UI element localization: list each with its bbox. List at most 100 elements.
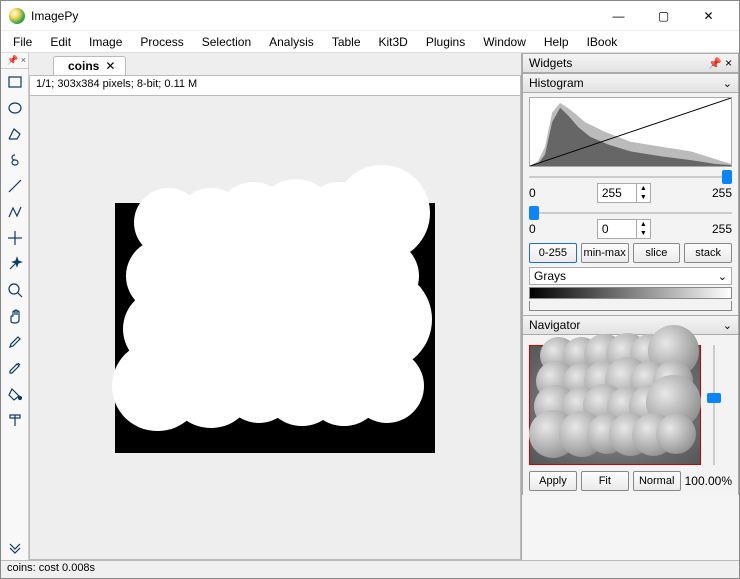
tab-coins[interactable]: coins ✕ xyxy=(53,56,126,75)
app-icon xyxy=(9,8,25,24)
widgets-close-icon[interactable]: × xyxy=(725,56,732,70)
main-area: coins ✕ 1/1; 303x384 pixels; 8-bit; 0.11… xyxy=(29,53,521,560)
btn-0-255[interactable]: 0-255 xyxy=(529,243,577,263)
crosshair-icon xyxy=(7,230,23,246)
wand-icon xyxy=(7,256,23,272)
tool-picker[interactable] xyxy=(3,356,27,380)
colormap-ticks xyxy=(529,301,732,311)
chevron-down-icon: ⌄ xyxy=(723,319,732,332)
widgets-panel: Widgets 📌 × Histogram ⌄ 0 255▲▼ xyxy=(521,53,739,560)
widgets-header: Widgets 📌 × xyxy=(522,53,739,73)
freehand-icon xyxy=(7,152,23,168)
tool-freehand[interactable] xyxy=(3,148,27,172)
navigator-zoom-slider[interactable] xyxy=(707,345,721,465)
spin-down-icon[interactable]: ▼ xyxy=(637,229,650,238)
tool-text[interactable] xyxy=(3,408,27,432)
magnifier-icon xyxy=(7,282,23,298)
menu-help[interactable]: Help xyxy=(536,33,577,51)
oval-icon xyxy=(7,100,23,116)
chevron-down-icon: ⌄ xyxy=(723,77,732,90)
histogram-header[interactable]: Histogram ⌄ xyxy=(522,73,739,93)
maximize-icon: ▢ xyxy=(658,9,669,23)
menu-analysis[interactable]: Analysis xyxy=(261,33,322,51)
tool-wand[interactable] xyxy=(3,252,27,276)
tab-row: coins ✕ xyxy=(29,53,521,75)
polygon-icon xyxy=(7,126,23,142)
navigator-panel: Apply Fit Normal 100.00% xyxy=(522,335,739,495)
tool-zoom[interactable] xyxy=(3,278,27,302)
spin-up-icon[interactable]: ▲ xyxy=(637,184,650,193)
tool-segmented-line[interactable] xyxy=(3,200,27,224)
menu-selection[interactable]: Selection xyxy=(194,33,259,51)
minimize-icon: — xyxy=(613,9,625,23)
histogram-title: Histogram xyxy=(529,76,584,90)
upper-value-input[interactable]: 255▲▼ xyxy=(597,183,651,203)
minimize-button[interactable]: — xyxy=(596,1,641,31)
spin-down-icon[interactable]: ▼ xyxy=(637,193,650,202)
menu-process[interactable]: Process xyxy=(132,33,191,51)
tab-label: coins xyxy=(68,59,99,73)
tool-fill[interactable] xyxy=(3,382,27,406)
image-canvas[interactable] xyxy=(115,203,435,453)
tab-close-icon[interactable]: ✕ xyxy=(105,59,115,73)
menu-file[interactable]: File xyxy=(5,33,40,51)
pin-icon[interactable]: 📌 xyxy=(708,57,722,70)
menu-edit[interactable]: Edit xyxy=(42,33,79,51)
titlebar: ImagePy — ▢ ✕ xyxy=(1,1,739,31)
menu-plugins[interactable]: Plugins xyxy=(418,33,473,51)
btn-normal[interactable]: Normal xyxy=(633,471,681,491)
navigator-title: Navigator xyxy=(529,318,580,332)
pencil-icon xyxy=(7,334,23,350)
lower-value-input[interactable]: 0▲▼ xyxy=(597,219,651,239)
toolbar: 📌 × xyxy=(1,53,29,560)
bucket-icon xyxy=(7,386,23,402)
tool-line[interactable] xyxy=(3,174,27,198)
lower-slider[interactable] xyxy=(529,207,732,219)
tool-expand[interactable] xyxy=(3,535,27,559)
image-info-bar: 1/1; 303x384 pixels; 8-bit; 0.11 M xyxy=(29,75,521,95)
tool-polygon[interactable] xyxy=(3,122,27,146)
tool-rectangle[interactable] xyxy=(3,70,27,94)
tool-pencil[interactable] xyxy=(3,330,27,354)
statusbar: coins: cost 0.008s xyxy=(1,560,739,578)
menu-kit3d[interactable]: Kit3D xyxy=(371,33,416,51)
histogram-display[interactable] xyxy=(529,97,732,167)
chevron-down-icon: ⌄ xyxy=(718,270,727,283)
text-icon xyxy=(7,412,23,428)
zoom-level: 100.00% xyxy=(685,474,732,488)
menu-window[interactable]: Window xyxy=(475,33,534,51)
tool-oval[interactable] xyxy=(3,96,27,120)
eyedropper-icon xyxy=(7,360,23,376)
tool-point[interactable] xyxy=(3,226,27,250)
colormap-gradient[interactable] xyxy=(529,287,732,299)
menu-ibook[interactable]: IBook xyxy=(579,33,626,51)
close-button[interactable]: ✕ xyxy=(686,1,731,31)
menu-table[interactable]: Table xyxy=(324,33,369,51)
histogram-panel: 0 255▲▼ 255 0 0▲▼ 255 0-255 min-max slic… xyxy=(522,93,739,315)
hand-icon xyxy=(7,308,23,324)
rectangle-icon xyxy=(7,74,23,90)
upper-max: 255 xyxy=(712,186,732,200)
upper-slider[interactable] xyxy=(529,171,732,183)
lower-min: 0 xyxy=(529,222,536,236)
upper-min: 0 xyxy=(529,186,536,200)
menu-image[interactable]: Image xyxy=(81,33,130,51)
btn-min-max[interactable]: min-max xyxy=(581,243,629,263)
btn-fit[interactable]: Fit xyxy=(581,471,629,491)
btn-apply[interactable]: Apply xyxy=(529,471,577,491)
btn-stack[interactable]: stack xyxy=(684,243,732,263)
canvas-wrap xyxy=(29,95,521,560)
navigator-header[interactable]: Navigator ⌄ xyxy=(522,315,739,335)
segmented-line-icon xyxy=(7,204,23,220)
line-icon xyxy=(7,178,23,194)
chevron-down-icon xyxy=(7,539,23,555)
close-icon: ✕ xyxy=(703,9,713,23)
toolbar-pin[interactable]: 📌 × xyxy=(1,55,28,69)
spin-up-icon[interactable]: ▲ xyxy=(637,220,650,229)
btn-slice[interactable]: slice xyxy=(633,243,681,263)
maximize-button[interactable]: ▢ xyxy=(641,1,686,31)
navigator-thumbnail[interactable] xyxy=(529,345,701,465)
tool-hand[interactable] xyxy=(3,304,27,328)
colormap-select[interactable]: Grays⌄ xyxy=(529,267,732,285)
lower-max: 255 xyxy=(712,222,732,236)
